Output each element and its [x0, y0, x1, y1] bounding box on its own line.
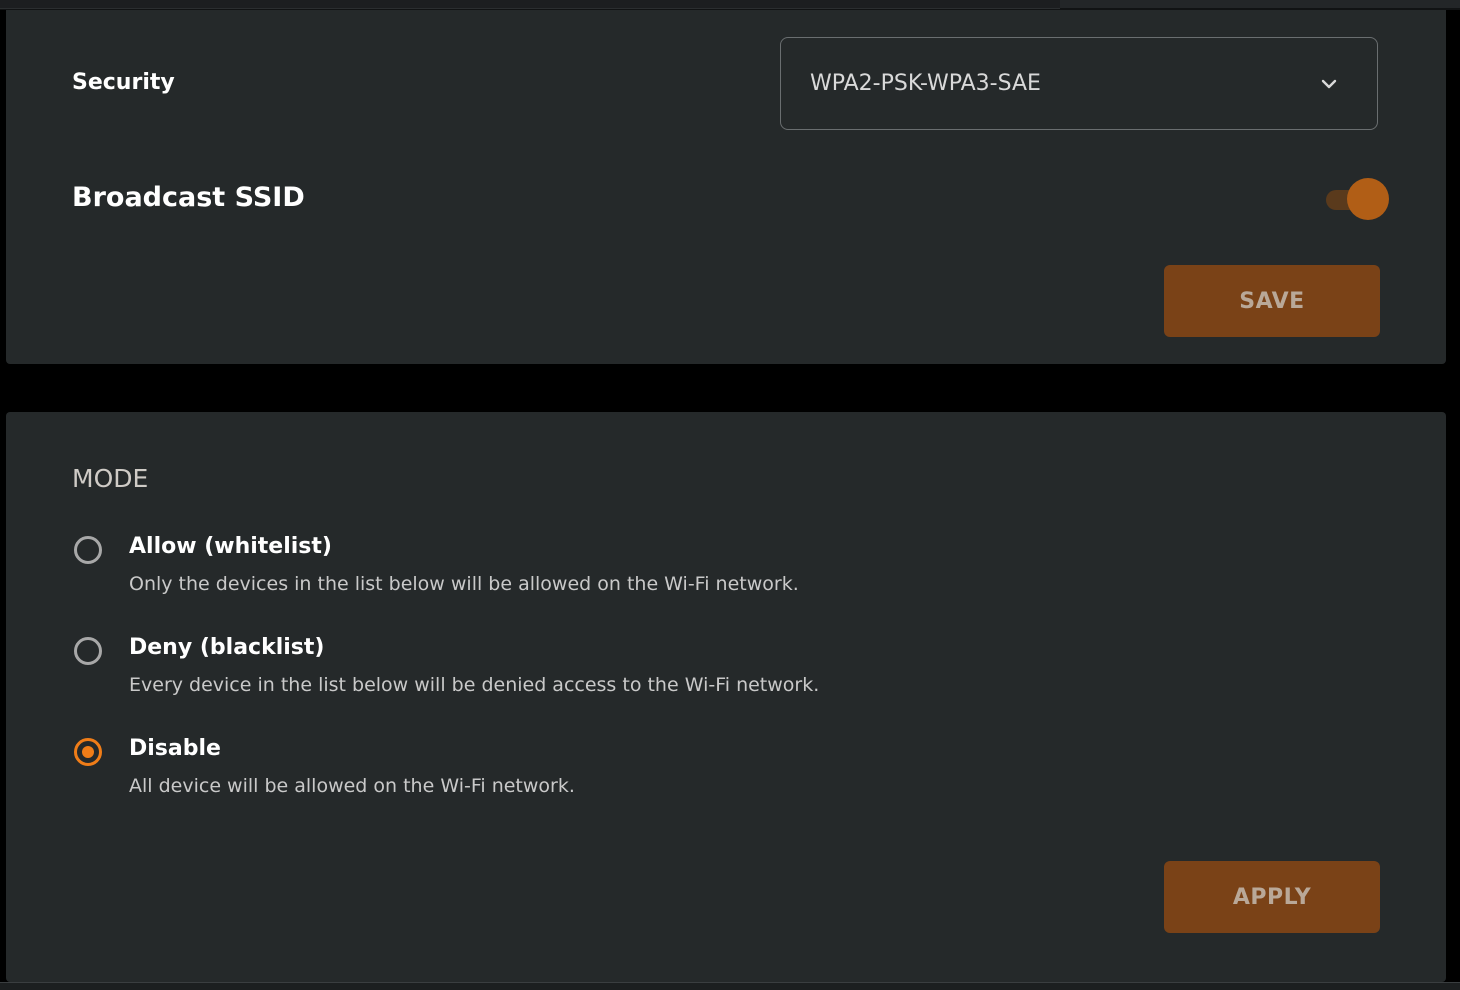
- option-description: Only the devices in the list below will …: [129, 573, 799, 595]
- radio-disable[interactable]: [74, 738, 102, 766]
- next-card-edge: [0, 983, 1460, 990]
- wifi-settings-card: Security WPA2-PSK-WPA3-SAE Broadcast SSI…: [6, 10, 1446, 364]
- mode-heading: MODE: [72, 464, 149, 493]
- broadcast-ssid-label: Broadcast SSID: [72, 182, 305, 213]
- option-title: Disable: [129, 736, 221, 761]
- mode-option-deny[interactable]: Deny (blacklist) Every device in the lis…: [72, 633, 972, 713]
- option-title: Allow (whitelist): [129, 534, 332, 559]
- option-description: All device will be allowed on the Wi-Fi …: [129, 775, 575, 797]
- option-title: Deny (blacklist): [129, 635, 325, 660]
- broadcast-ssid-toggle[interactable]: [1324, 178, 1390, 220]
- scrollbar-thumb[interactable]: [0, 0, 1060, 9]
- apply-button[interactable]: APPLY: [1164, 861, 1380, 933]
- mode-option-disable[interactable]: Disable All device will be allowed on th…: [72, 734, 972, 814]
- security-select[interactable]: WPA2-PSK-WPA3-SAE: [780, 37, 1378, 130]
- radio-selected-dot: [82, 746, 94, 758]
- radio-allow[interactable]: [74, 536, 102, 564]
- save-button[interactable]: SAVE: [1164, 265, 1380, 337]
- radio-deny[interactable]: [74, 637, 102, 665]
- security-label: Security: [72, 70, 175, 95]
- security-select-value: WPA2-PSK-WPA3-SAE: [810, 71, 1041, 96]
- chevron-down-icon: [1321, 79, 1337, 89]
- toggle-knob: [1347, 178, 1389, 220]
- mode-option-allow[interactable]: Allow (whitelist) Only the devices in th…: [72, 532, 972, 612]
- top-scrollbar[interactable]: [0, 0, 1460, 10]
- mac-filter-mode-card: MODE Allow (whitelist) Only the devices …: [6, 412, 1446, 982]
- option-description: Every device in the list below will be d…: [129, 674, 820, 696]
- scrollbar-track: [1060, 0, 1460, 8]
